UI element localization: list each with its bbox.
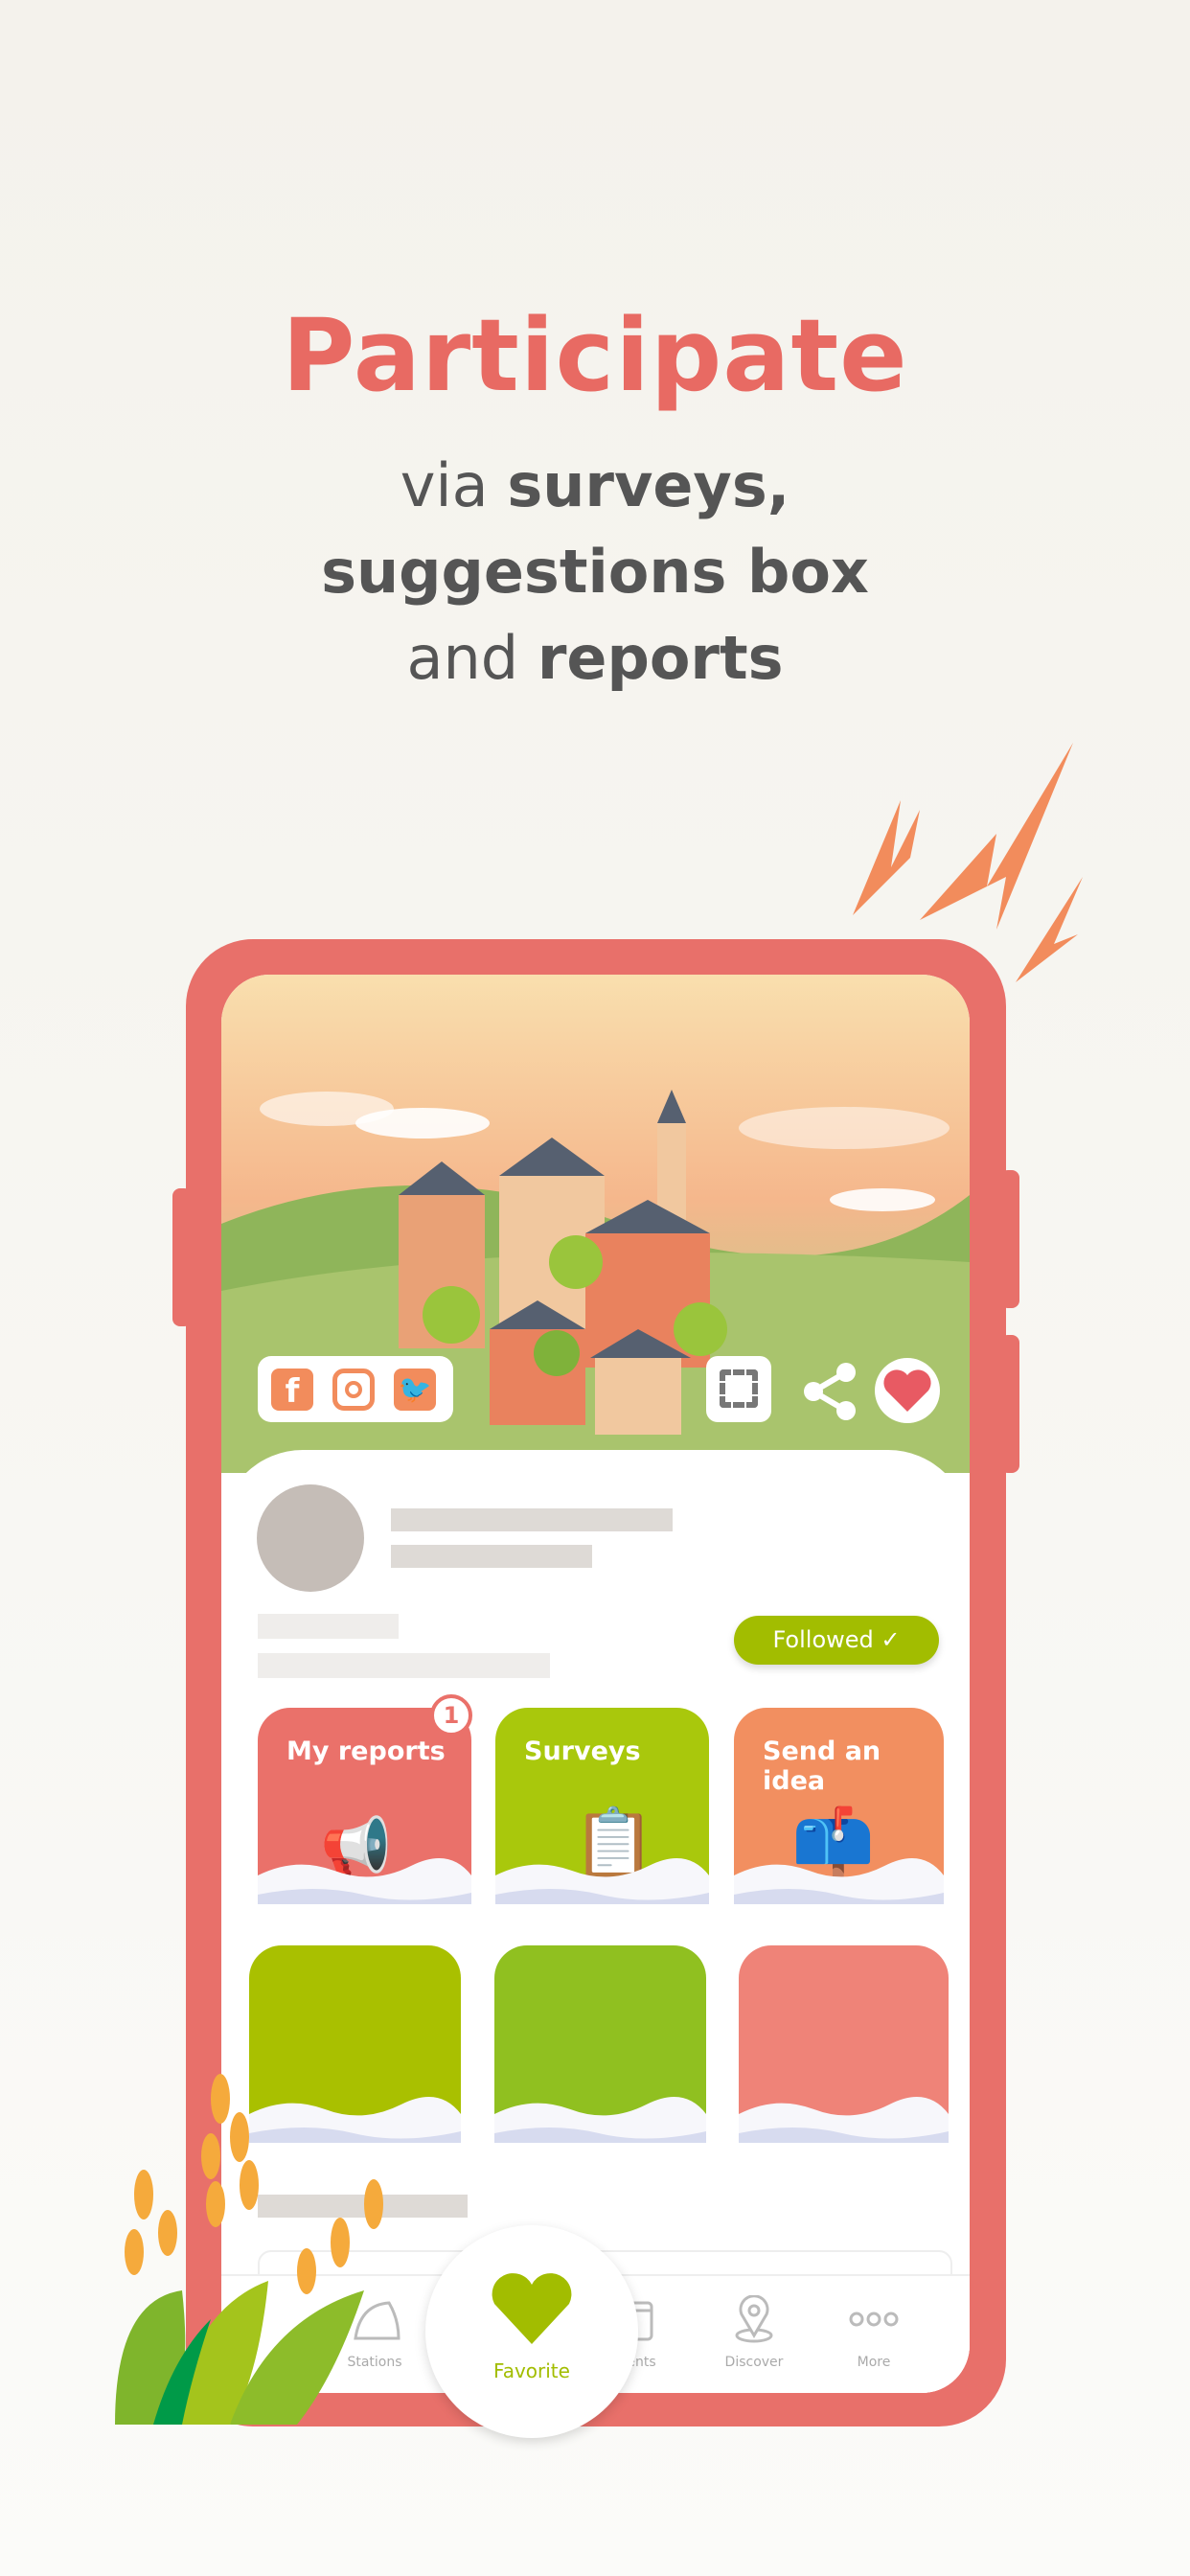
heart-icon xyxy=(492,2273,572,2344)
nav-discover[interactable]: Discover xyxy=(697,2276,812,2393)
tile-label: Surveys xyxy=(524,1736,641,1766)
social-links: f 🐦 xyxy=(258,1356,453,1422)
facebook-icon[interactable]: f xyxy=(271,1368,313,1411)
more-icon xyxy=(849,2312,899,2327)
headline-line-2: suggestions box xyxy=(0,537,1190,607)
qr-code-icon[interactable] xyxy=(706,1356,771,1422)
tile-my-reports[interactable]: My reports 📢 xyxy=(258,1708,471,1904)
check-icon: ✓ xyxy=(881,1626,901,1653)
instagram-icon[interactable] xyxy=(332,1368,375,1411)
text: suggestions box xyxy=(321,537,869,607)
nav-label: More xyxy=(857,2355,891,2370)
nav-label: Favorite xyxy=(493,2359,570,2382)
follow-label: Followed xyxy=(772,1626,874,1653)
avatar xyxy=(257,1484,364,1592)
twitter-icon[interactable]: 🐦 xyxy=(394,1368,436,1411)
text: and xyxy=(406,623,538,693)
headline-line-1: via surveys, xyxy=(0,450,1190,520)
placeholder-bar xyxy=(391,1508,673,1531)
snow-decoration xyxy=(258,1858,471,1904)
location-pin-icon xyxy=(735,2294,773,2343)
nav-more[interactable]: More xyxy=(816,2276,931,2393)
tile-label: Send an idea xyxy=(763,1736,881,1796)
headline-title: Participate xyxy=(282,297,908,414)
text: reports xyxy=(537,623,784,693)
report-count-badge: 1 xyxy=(430,1694,472,1736)
town-illustration: f 🐦 xyxy=(221,975,970,1473)
snow-decoration xyxy=(734,1858,944,1904)
text: surveys, xyxy=(507,450,790,520)
placeholder-bar xyxy=(258,1614,399,1639)
tile-label: My reports xyxy=(286,1736,446,1766)
snow-decoration xyxy=(739,2097,949,2143)
plant-decoration xyxy=(115,2074,383,2425)
share-icon[interactable] xyxy=(796,1358,863,1425)
snow-decoration xyxy=(494,2097,706,2143)
snow-decoration xyxy=(495,1858,709,1904)
nav-favorite[interactable]: Favorite xyxy=(425,2225,638,2438)
tile-placeholder[interactable] xyxy=(494,1945,706,2143)
placeholder-bar xyxy=(258,1653,550,1678)
headline-line-3: and reports xyxy=(0,623,1190,693)
text: via xyxy=(400,450,508,520)
tile-surveys[interactable]: Surveys 📋 xyxy=(495,1708,709,1904)
nav-label: Discover xyxy=(724,2355,784,2370)
follow-button[interactable]: Followed ✓ xyxy=(734,1616,939,1665)
tile-send-an-idea[interactable]: Send an idea 📫 xyxy=(734,1708,944,1904)
tile-placeholder[interactable] xyxy=(739,1945,949,2143)
placeholder-bar xyxy=(391,1545,592,1568)
heart-icon[interactable] xyxy=(873,1356,942,1425)
